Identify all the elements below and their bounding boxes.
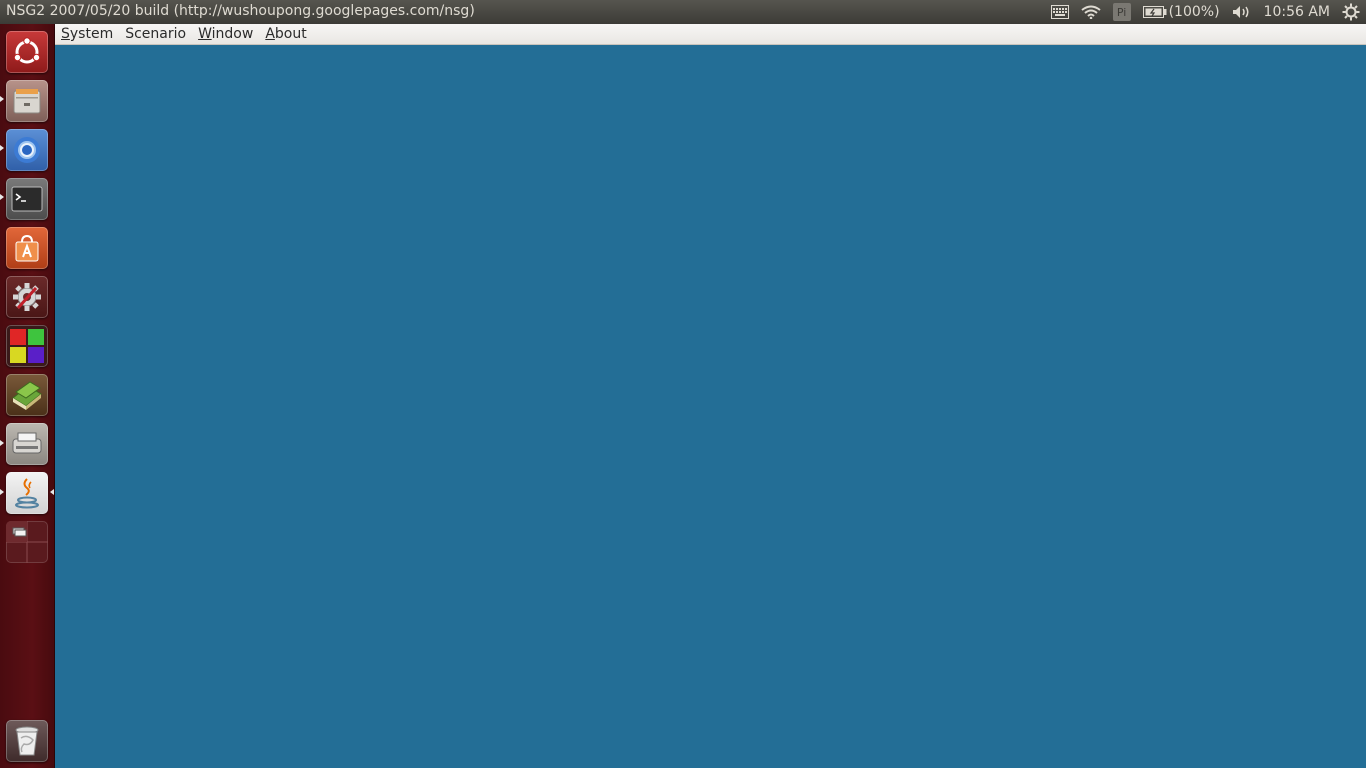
running-indicator (0, 96, 4, 102)
workspace-switcher-icon (6, 521, 48, 563)
pi-label: Pi (1112, 3, 1131, 21)
pi-indicator[interactable]: Pi (1107, 0, 1137, 24)
terminal-icon (11, 185, 43, 213)
top-panel: NSG2 2007/05/20 build (http://wushoupong… (0, 0, 1366, 24)
battery-indicator[interactable]: (100%) (1137, 0, 1226, 24)
menu-window[interactable]: Window (192, 24, 259, 44)
launcher-item-trash[interactable] (6, 720, 48, 762)
running-indicator (0, 194, 4, 200)
indicator-area: Pi (100%) 10:56 AM (1045, 0, 1366, 24)
launcher-item-scanner[interactable] (6, 423, 48, 465)
ubuntu-logo-icon (12, 37, 42, 67)
colored-squares-icon (9, 328, 45, 364)
trash-icon (12, 724, 42, 758)
launcher-item-chromium[interactable] (6, 129, 48, 171)
launcher-item-files[interactable] (6, 80, 48, 122)
clock[interactable]: 10:56 AM (1258, 0, 1336, 24)
launcher-item-terminal[interactable] (6, 178, 48, 220)
launcher-item-software-center[interactable] (6, 227, 48, 269)
books-icon (10, 378, 44, 412)
chromium-icon (11, 134, 43, 166)
scenario-canvas[interactable] (55, 45, 1366, 768)
launcher-item-system-settings[interactable] (6, 276, 48, 318)
menu-scenario[interactable]: Scenario (119, 24, 192, 44)
settings-icon (10, 280, 44, 314)
launcher (0, 24, 55, 768)
launcher-item-workspace-app[interactable] (6, 325, 48, 367)
battery-icon (1142, 6, 1167, 18)
launcher-item-dash-home[interactable] (6, 31, 48, 73)
wifi-icon[interactable] (1075, 0, 1107, 24)
launcher-item-reader[interactable] (6, 374, 48, 416)
java-icon (12, 476, 42, 510)
gear-icon[interactable] (1336, 0, 1366, 24)
launcher-item-workspace-switcher[interactable] (6, 521, 48, 563)
battery-percentage: (100%) (1168, 4, 1220, 20)
running-indicator (0, 440, 4, 446)
window-title: NSG2 2007/05/20 build (http://wushoupong… (6, 3, 475, 19)
scanner-icon (10, 429, 44, 459)
keyboard-icon[interactable] (1045, 0, 1075, 24)
shopping-bag-icon (11, 232, 43, 264)
menubar: System Scenario Window About (55, 24, 1366, 45)
running-indicator (0, 145, 4, 151)
running-indicator (0, 489, 4, 495)
menu-about[interactable]: About (259, 24, 312, 44)
file-cabinet-icon (11, 85, 43, 117)
launcher-item-java[interactable] (6, 472, 48, 514)
volume-icon[interactable] (1226, 0, 1258, 24)
active-indicator (50, 489, 54, 495)
menu-system[interactable]: System (55, 24, 119, 44)
app-window: System Scenario Window About (55, 24, 1366, 768)
